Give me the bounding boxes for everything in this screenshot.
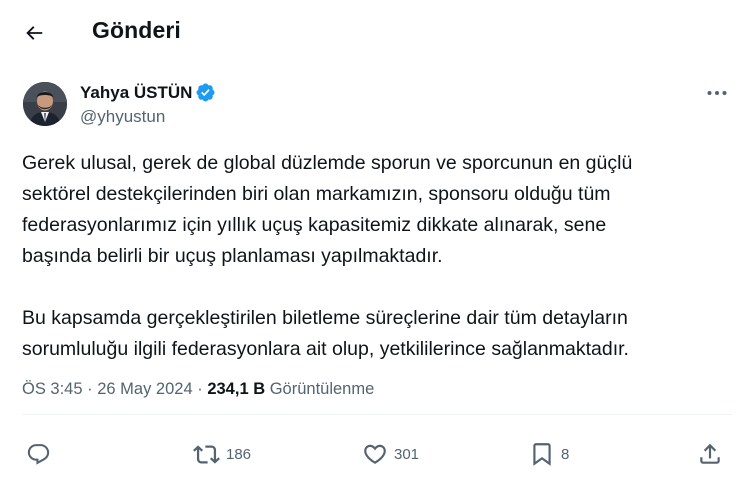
tweet-line: başında belirli bir uçuş planlaması yapı… bbox=[22, 245, 443, 267]
tweet-meta: ÖS 3:45 · 26 May 2024 · 234,1 B Görüntül… bbox=[22, 380, 374, 399]
retweet-button[interactable]: 186 bbox=[193, 436, 251, 472]
author-name[interactable]: Yahya ÜSTÜN bbox=[80, 82, 216, 103]
more-icon bbox=[707, 91, 727, 95]
more-options-button[interactable] bbox=[700, 80, 734, 106]
verified-badge-icon bbox=[195, 82, 216, 103]
bookmark-button[interactable]: 8 bbox=[529, 436, 569, 472]
heart-icon bbox=[364, 444, 386, 464]
tweet-line: Bu kapsamda gerçekleştirilen biletleme s… bbox=[22, 307, 628, 329]
arrow-left-icon bbox=[26, 26, 43, 40]
profile-photo bbox=[23, 82, 67, 126]
bookmark-icon bbox=[533, 443, 551, 466]
meta-separator: · bbox=[87, 380, 93, 398]
meta-separator: · bbox=[197, 380, 203, 398]
share-button[interactable] bbox=[697, 436, 723, 472]
tweet-line: Gerek ulusal, gerek de global düzlemde s… bbox=[22, 152, 633, 174]
reply-icon bbox=[27, 443, 50, 465]
author-handle[interactable]: @yhyustun bbox=[80, 107, 165, 127]
tweet-date[interactable]: 26 May 2024 bbox=[97, 380, 192, 398]
share-icon bbox=[700, 443, 720, 464]
back-button[interactable] bbox=[14, 13, 54, 53]
page-title: Gönderi bbox=[92, 17, 181, 43]
tweet-line: sorumluluğu ilgili federasyonlara ait ol… bbox=[22, 338, 629, 360]
tweet-line: federasyonlarımız için yıllık uçuş kapas… bbox=[22, 214, 607, 236]
divider bbox=[22, 414, 732, 415]
reply-button[interactable] bbox=[26, 436, 51, 472]
views-count: 234,1 B bbox=[207, 380, 266, 398]
views-label: Görüntülenme bbox=[269, 380, 375, 398]
like-count: 301 bbox=[394, 445, 420, 463]
bookmark-count: 8 bbox=[561, 445, 570, 463]
retweet-count: 186 bbox=[226, 445, 252, 463]
author-display-name: Yahya ÜSTÜN bbox=[80, 82, 193, 102]
page-header: Gönderi bbox=[0, 0, 753, 66]
tweet-line: sektörel destekçilerinden biri olan mark… bbox=[22, 183, 611, 205]
like-button[interactable]: 301 bbox=[362, 436, 419, 472]
retweet-icon bbox=[193, 444, 220, 464]
tweet-text: Gerek ulusal, gerek de global düzlemde s… bbox=[22, 148, 737, 365]
avatar[interactable] bbox=[23, 82, 67, 126]
tweet-time[interactable]: ÖS 3:45 bbox=[22, 380, 83, 398]
action-bar: 186 301 8 bbox=[0, 436, 753, 472]
